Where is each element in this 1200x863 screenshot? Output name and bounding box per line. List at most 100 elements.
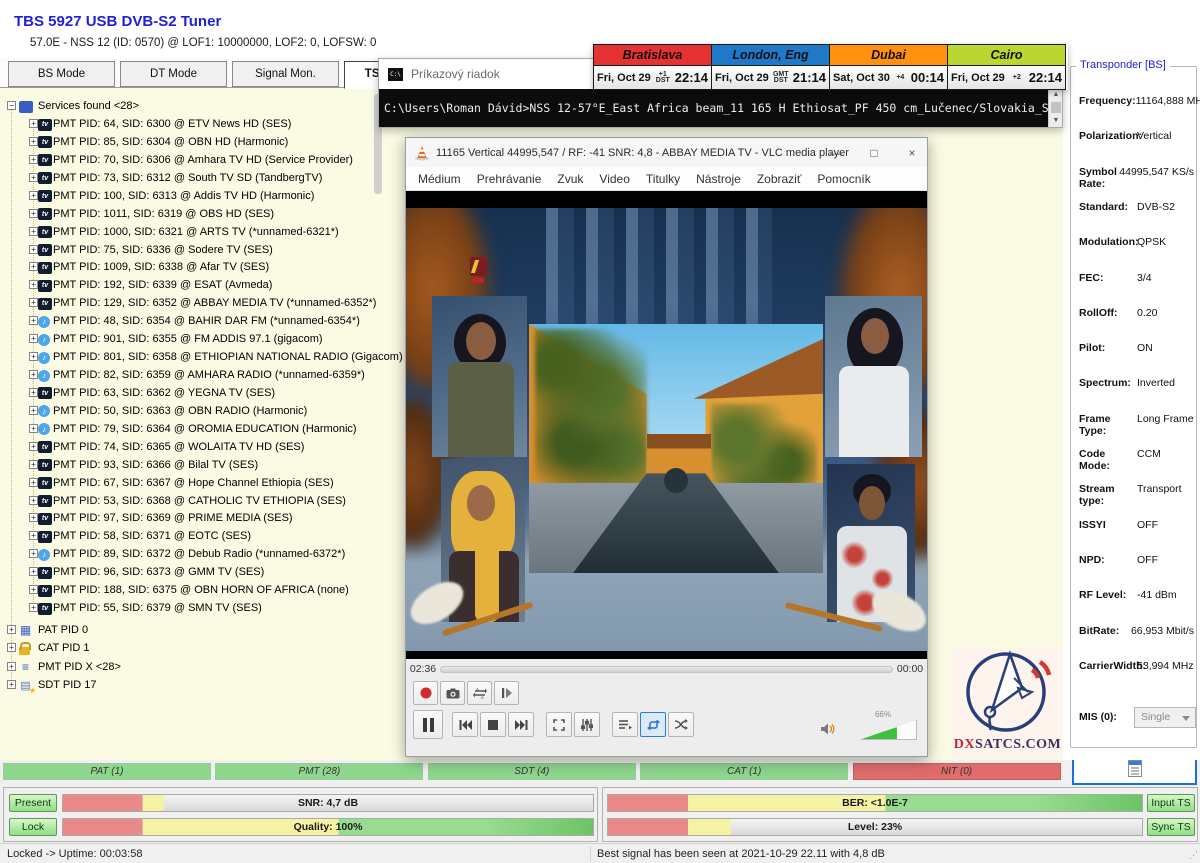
ab-loop-button[interactable]: AB <box>467 681 492 705</box>
menu-video[interactable]: Video <box>591 169 637 189</box>
expand-icon[interactable]: + <box>29 209 38 218</box>
expand-icon[interactable]: + <box>29 191 38 200</box>
tree-row[interactable]: +tvPMT PID: 188, SID: 6375 @ OBN HORN OF… <box>0 582 380 599</box>
tree-row[interactable]: +tvPMT PID: 192, SID: 6339 @ ESAT (Avmed… <box>0 277 380 294</box>
expand-icon[interactable]: + <box>29 245 38 254</box>
menu-n-stroje[interactable]: Nástroje <box>688 169 749 189</box>
input-ts-button[interactable]: Input TS <box>1147 794 1195 812</box>
expand-icon[interactable]: + <box>29 280 38 289</box>
expand-icon[interactable]: + <box>29 406 38 415</box>
tree-row[interactable]: +tvPMT PID: 73, SID: 6312 @ South TV SD … <box>0 170 380 187</box>
adjustments-button[interactable] <box>574 712 600 737</box>
record-button[interactable] <box>413 681 438 705</box>
tree-row[interactable]: +tvPMT PID: 55, SID: 6379 @ SMN TV (SES) <box>0 600 380 617</box>
tree-row[interactable]: +♪PMT PID: 50, SID: 6363 @ OBN RADIO (Ha… <box>0 403 380 420</box>
fullscreen-button[interactable] <box>546 712 572 737</box>
menu-zvuk[interactable]: Zvuk <box>549 169 591 189</box>
expand-icon[interactable]: + <box>29 549 38 558</box>
mis-dropdown[interactable]: Single <box>1134 707 1196 728</box>
tree-row[interactable]: +CAT PID 1 <box>0 640 380 657</box>
scroll-down-icon[interactable]: ▼ <box>1049 115 1063 127</box>
pause-button[interactable] <box>413 710 443 739</box>
menu-prehr-vanie[interactable]: Prehrávanie <box>469 169 550 189</box>
seek-bar[interactable] <box>440 666 893 673</box>
menu-titulky[interactable]: Titulky <box>638 169 688 189</box>
expand-icon[interactable]: + <box>29 298 38 307</box>
tree-row[interactable]: +♪PMT PID: 82, SID: 6359 @ AMHARA RADIO … <box>0 367 380 384</box>
tree-row[interactable]: +tvPMT PID: 1000, SID: 6321 @ ARTS TV (*… <box>0 224 380 241</box>
resize-grip[interactable]: ⋰ <box>1189 850 1198 861</box>
tab-bs-mode[interactable]: BS Mode <box>8 61 115 87</box>
cmd-scrollbar[interactable]: ▲ ▼ <box>1048 89 1062 127</box>
tree-row[interactable]: +♪PMT PID: 901, SID: 6355 @ FM ADDIS 97.… <box>0 331 380 348</box>
expand-icon[interactable]: + <box>29 496 38 505</box>
playlist-button[interactable] <box>612 712 638 737</box>
vlc-video-area[interactable] <box>406 191 927 659</box>
expand-icon[interactable]: + <box>29 424 38 433</box>
menu-zobrazi-[interactable]: Zobraziť <box>749 169 810 189</box>
next-button[interactable] <box>508 712 534 737</box>
expand-icon[interactable]: + <box>7 662 16 671</box>
expand-icon[interactable]: + <box>29 460 38 469</box>
expand-icon[interactable]: + <box>29 137 38 146</box>
expand-icon[interactable]: + <box>29 352 38 361</box>
tree-row[interactable]: +tvPMT PID: 70, SID: 6306 @ Amhara TV HD… <box>0 152 380 169</box>
vlc-titlebar[interactable]: 11165 Vertical 44995,547 / RF: -41 SNR: … <box>406 138 927 167</box>
tree-row[interactable]: +tvPMT PID: 129, SID: 6352 @ ABBAY MEDIA… <box>0 295 380 312</box>
snapshot-button[interactable] <box>440 681 465 705</box>
expand-icon[interactable]: + <box>29 334 38 343</box>
tree-row[interactable]: +♪PMT PID: 48, SID: 6354 @ BAHIR DAR FM … <box>0 313 380 330</box>
expand-icon[interactable]: + <box>29 227 38 236</box>
tree-row[interactable]: +tvPMT PID: 93, SID: 6366 @ Bilal TV (SE… <box>0 457 380 474</box>
loop-button[interactable] <box>640 712 666 737</box>
expand-icon[interactable]: + <box>7 680 16 689</box>
tree-row[interactable]: +tvPMT PID: 53, SID: 6368 @ CATHOLIC TV … <box>0 493 380 510</box>
expand-icon[interactable]: + <box>29 531 38 540</box>
expand-icon[interactable]: + <box>29 370 38 379</box>
tree-row[interactable]: +tvPMT PID: 1009, SID: 6338 @ Afar TV (S… <box>0 259 380 276</box>
tab-dt-mode[interactable]: DT Mode <box>120 61 227 87</box>
cmd-console[interactable]: C:\Users\Roman Dávid>NSS 12-57°E_East Af… <box>379 89 1062 127</box>
scroll-up-icon[interactable]: ▲ <box>1049 89 1063 101</box>
expand-icon[interactable]: + <box>29 388 38 397</box>
collapse-icon[interactable]: − <box>7 101 16 110</box>
menu-m-dium[interactable]: Médium <box>410 169 469 189</box>
tab-signal-mon-[interactable]: Signal Mon. <box>232 61 339 87</box>
tree-row[interactable]: +tvPMT PID: 74, SID: 6365 @ WOLAITA TV H… <box>0 439 380 456</box>
expand-icon[interactable]: + <box>29 567 38 576</box>
minimize-button[interactable]: — <box>829 146 843 160</box>
expand-icon[interactable]: + <box>29 316 38 325</box>
expand-icon[interactable]: + <box>29 173 38 182</box>
menu-pomocn-k[interactable]: Pomocník <box>809 169 878 189</box>
volume-control[interactable]: 66% <box>839 714 917 744</box>
tree-row[interactable]: +tvPMT PID: 1011, SID: 6319 @ OBS HD (SE… <box>0 206 380 223</box>
tree-row[interactable]: +tvPMT PID: 100, SID: 6313 @ Addis TV HD… <box>0 188 380 205</box>
tree-row[interactable]: +♪PMT PID: 79, SID: 6364 @ OROMIA EDUCAT… <box>0 421 380 438</box>
present-button[interactable]: Present <box>9 794 57 812</box>
sync-ts-button[interactable]: Sync TS <box>1147 818 1195 836</box>
lock-button[interactable]: Lock <box>9 818 57 836</box>
tree-row[interactable]: +tvPMT PID: 64, SID: 6300 @ ETV News HD … <box>0 116 380 133</box>
frame-step-button[interactable] <box>494 681 519 705</box>
tree-row[interactable]: +tvPMT PID: 96, SID: 6373 @ GMM TV (SES) <box>0 564 380 581</box>
expand-icon[interactable]: + <box>29 262 38 271</box>
expand-icon[interactable]: + <box>29 119 38 128</box>
expand-icon[interactable]: + <box>29 442 38 451</box>
maximize-button[interactable]: □ <box>867 146 881 160</box>
expand-icon[interactable]: + <box>29 478 38 487</box>
tree-row[interactable]: +▤★SDT PID 17 <box>0 677 380 694</box>
shuffle-button[interactable] <box>668 712 694 737</box>
previous-button[interactable] <box>452 712 478 737</box>
tree-row[interactable]: +tvPMT PID: 85, SID: 6304 @ OBN HD (Harm… <box>0 134 380 151</box>
tree-row[interactable]: +≡PMT PID X <28> <box>0 659 380 676</box>
close-button[interactable]: × <box>905 146 919 160</box>
volume-slider[interactable] <box>859 720 917 740</box>
tree-row[interactable]: +tvPMT PID: 63, SID: 6362 @ YEGNA TV (SE… <box>0 385 380 402</box>
stop-button[interactable] <box>480 712 506 737</box>
tree-row[interactable]: +tvPMT PID: 58, SID: 6371 @ EOTC (SES) <box>0 528 380 545</box>
expand-icon[interactable]: + <box>29 585 38 594</box>
expand-icon[interactable]: + <box>29 603 38 612</box>
tree-row[interactable]: +tvPMT PID: 67, SID: 6367 @ Hope Channel… <box>0 475 380 492</box>
tree-row[interactable]: +tvPMT PID: 75, SID: 6336 @ Sodere TV (S… <box>0 242 380 259</box>
tree-row[interactable]: +♪PMT PID: 801, SID: 6358 @ ETHIOPIAN NA… <box>0 349 380 366</box>
